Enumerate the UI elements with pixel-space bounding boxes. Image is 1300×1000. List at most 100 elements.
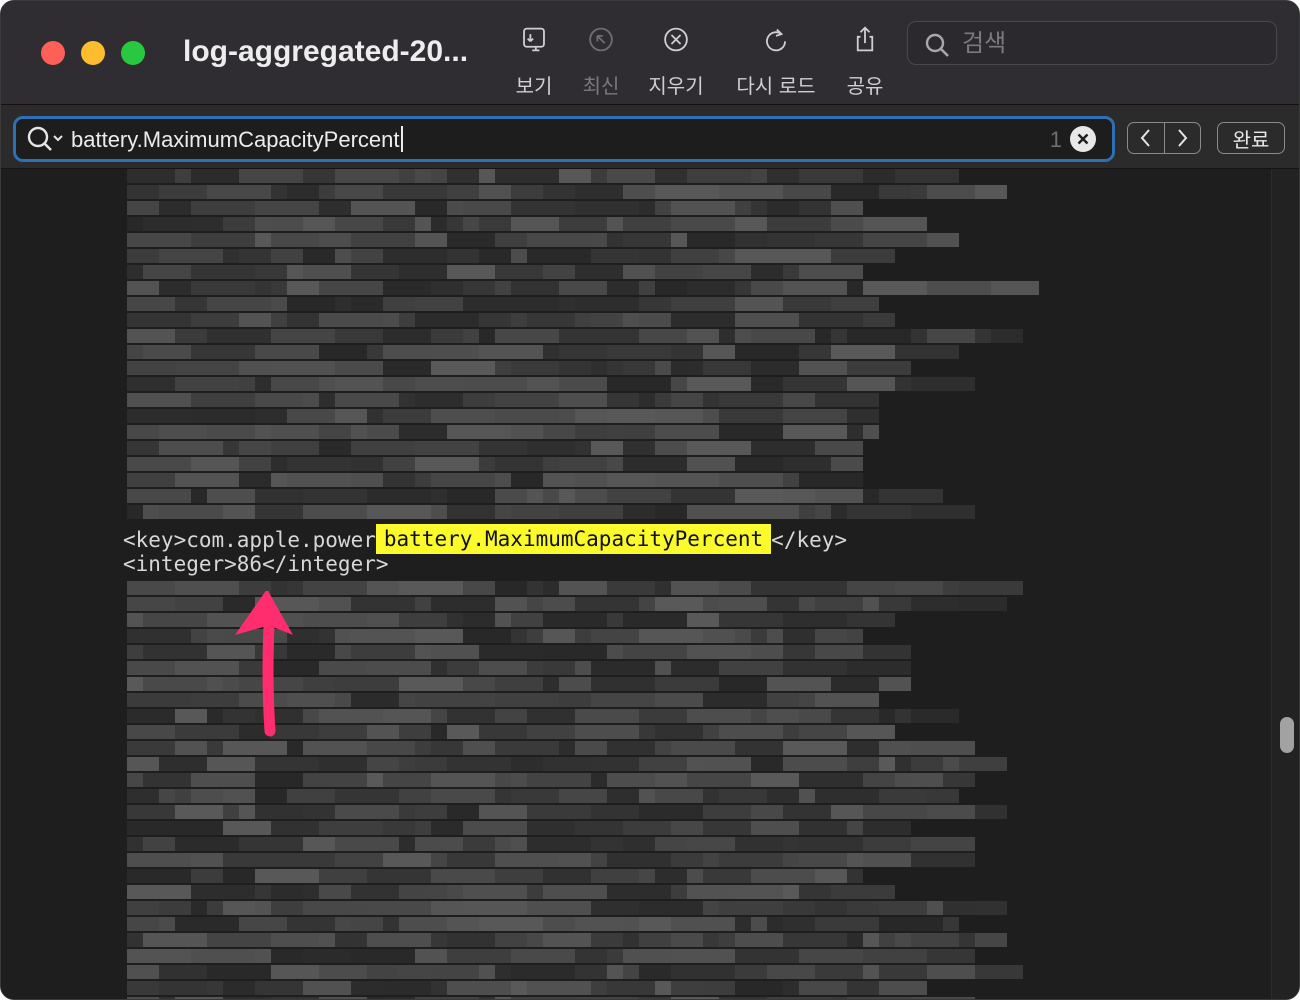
redacted-pixel-block: [239, 377, 255, 391]
redacted-pixel-block: [255, 217, 271, 231]
redacted-pixel-block: [159, 505, 223, 519]
redacted-pixel-block: [719, 597, 767, 611]
redacted-pixel-block: [687, 377, 751, 391]
redacted-pixel-block: [575, 821, 623, 835]
redacted-pixel-block: [559, 853, 591, 867]
redacted-pixel-block: [527, 489, 543, 503]
redacted-pixel-block: [591, 757, 639, 771]
close-window-button[interactable]: [41, 41, 65, 65]
redacted-pixel-block: [783, 661, 847, 675]
redacted-pixel-block: [255, 757, 319, 771]
share-toolbar-button[interactable]: 공유: [843, 23, 887, 99]
redacted-pixel-block: [847, 361, 911, 375]
redacted-pixel-block: [831, 217, 863, 231]
redacted-pixel-block: [271, 473, 287, 487]
redacted-pixel-block: [543, 597, 575, 611]
redacted-pixel-block: [671, 233, 687, 247]
search-input[interactable]: [962, 28, 1262, 60]
reload-toolbar-button[interactable]: 다시 로드: [733, 23, 819, 99]
redacted-pixel-block: [543, 361, 559, 375]
find-query-text[interactable]: battery.MaximumCapacityPercent: [71, 126, 403, 153]
log-content[interactable]: <key>com.apple.power battery.MaximumCapac…: [1, 169, 1271, 999]
redacted-pixel-block: [255, 201, 319, 215]
toolbar-search[interactable]: [907, 21, 1277, 65]
redacted-pixel-block: [159, 981, 207, 995]
redacted-pixel-block: [799, 885, 831, 899]
minimize-window-button[interactable]: [81, 41, 105, 65]
redacted-pixel-block: [703, 981, 735, 995]
redacted-pixel-block: [543, 457, 559, 471]
redacted-pixel-block: [239, 917, 287, 931]
clear-toolbar-button[interactable]: 지우기: [645, 23, 707, 99]
redacted-pixel-block: [703, 597, 719, 611]
done-button[interactable]: 완료: [1217, 122, 1285, 154]
redacted-pixel-block: [623, 837, 655, 851]
close-icon: [1077, 133, 1089, 145]
redacted-pixel-block: [607, 789, 639, 803]
redacted-pixel-block: [799, 725, 847, 739]
redacted-pixel-block: [127, 725, 175, 739]
redacted-pixel-block: [319, 869, 367, 883]
redacted-pixel-block: [783, 901, 815, 915]
redacted-pixel-block: [447, 489, 495, 503]
zoom-window-button[interactable]: [121, 41, 145, 65]
redacted-pixel-block: [511, 613, 543, 627]
redacted-pixel-block: [735, 949, 799, 963]
redacted-pixel-block: [287, 281, 319, 295]
clear-find-button[interactable]: [1070, 126, 1096, 152]
redacted-pixel-block: [319, 757, 367, 771]
redacted-pixel-block: [527, 581, 543, 595]
redacted-pixel-block: [911, 757, 943, 771]
redacted-pixel-block: [591, 869, 639, 883]
redacted-pixel-block: [431, 329, 463, 343]
next-match-button[interactable]: [1163, 123, 1201, 153]
redacted-pixel-block: [159, 757, 191, 771]
redacted-pixel-block: [655, 597, 703, 611]
redacted-pixel-block: [719, 409, 735, 423]
redacted-pixel-block: [783, 629, 815, 643]
redacted-pixel-block: [863, 169, 895, 183]
redacted-pixel-block: [335, 917, 351, 931]
view-toolbar-button[interactable]: 보기: [511, 23, 557, 99]
redacted-pixel-block: [655, 473, 719, 487]
redacted-pixel-block: [911, 773, 943, 787]
redacted-pixel-block: [495, 597, 527, 611]
latest-toolbar-button[interactable]: 최신: [579, 23, 623, 99]
redacted-pixel-block: [463, 613, 495, 627]
redacted-pixel-block: [703, 757, 751, 771]
redacted-pixel-block: [431, 709, 447, 723]
redacted-pixel-block: [831, 885, 895, 899]
redacted-pixel-block: [831, 677, 879, 691]
redacted-pixel-block: [703, 789, 719, 803]
redacted-pixel-block: [543, 933, 591, 947]
redacted-pixel-block: [831, 185, 879, 199]
redacted-pixel-block: [847, 425, 863, 439]
find-field[interactable]: battery.MaximumCapacityPercent 1: [13, 116, 1115, 162]
redacted-pixel-block: [639, 313, 671, 327]
redacted-pixel-block: [367, 425, 399, 439]
redacted-pixel-block: [591, 169, 607, 183]
redacted-pixel-block: [607, 409, 655, 423]
redacted-pixel-block: [255, 773, 303, 787]
previous-match-button[interactable]: [1128, 123, 1164, 153]
redacted-pixel-block: [431, 361, 495, 375]
redacted-pixel-block: [143, 217, 191, 231]
vertical-scrollbar[interactable]: [1271, 169, 1299, 999]
redacted-pixel-block: [671, 853, 703, 867]
redacted-pixel-block: [831, 837, 863, 851]
redacted-pixel-block: [143, 613, 207, 627]
redacted-pixel-block: [415, 949, 447, 963]
redacted-pixel-block: [431, 821, 463, 835]
redacted-pixel-block: [623, 265, 655, 279]
redacted-pixel-block: [255, 345, 319, 359]
find-options-search-icon[interactable]: [26, 125, 66, 153]
redacted-pixel-block: [271, 965, 319, 979]
redacted-pixel-block: [575, 489, 607, 503]
redacted-pixel-block: [783, 645, 815, 659]
redacted-pixel-block: [671, 201, 735, 215]
redacted-pixel-block: [575, 297, 607, 311]
redacted-pixel-block: [687, 645, 751, 659]
redacted-pixel-block: [303, 505, 367, 519]
scrollbar-thumb[interactable]: [1280, 717, 1294, 753]
redacted-pixel-block: [543, 581, 559, 595]
